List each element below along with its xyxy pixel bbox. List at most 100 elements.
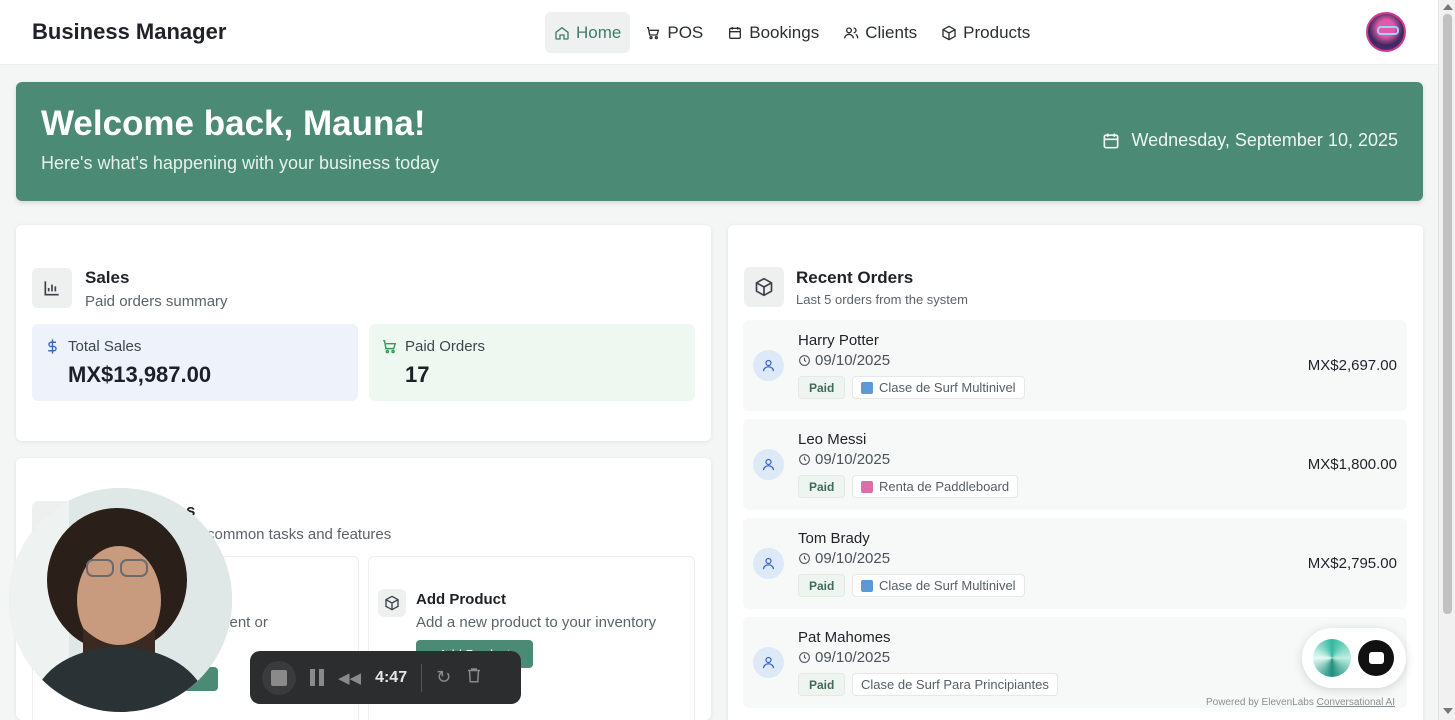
nav-clients-label: Clients [865, 22, 918, 42]
add-product-desc: Add a new product to your inventory [416, 614, 657, 631]
add-product-icon-box [378, 589, 406, 617]
rewind-icon[interactable]: ◀◀ [338, 669, 361, 687]
nav-home-label: Home [576, 22, 622, 42]
quick-actions-subtitle: common tasks and features [207, 526, 392, 543]
nav-products-label: Products [963, 22, 1031, 42]
order-amount: MX$1,800.00 [1307, 456, 1397, 473]
user-icon [762, 557, 775, 570]
total-sales-stat: Total Sales MX$13,987.00 [32, 324, 358, 401]
screen-recorder-bar: ◀◀ 4:47 ↻ [250, 651, 521, 704]
clock-icon [799, 454, 810, 465]
top-navbar: Business Manager Home POS Bookings Clien… [0, 0, 1438, 65]
order-amount: MX$2,795.00 [1307, 555, 1397, 572]
paid-orders-stat: Paid Orders 17 [369, 324, 695, 401]
order-row[interactable]: Harry Potter 09/10/2025 Paid Clase de Su… [743, 320, 1407, 411]
order-avatar [753, 449, 784, 480]
powered-prefix: Powered by ElevenLabs [1205, 697, 1314, 708]
scroll-up-icon[interactable] [1443, 4, 1453, 10]
product-name: Clase de Surf Para Principiantes [861, 677, 1049, 692]
product-name: Renta de Paddleboard [879, 479, 1010, 494]
order-avatar [753, 548, 784, 579]
order-client-name: Harry Potter [798, 332, 879, 349]
order-row[interactable]: Tom Brady 09/10/2025 Paid Clase de Surf … [743, 518, 1407, 609]
add-product-title: Add Product [416, 591, 506, 608]
order-date: 09/10/2025 [798, 649, 890, 666]
status-badge: Paid [798, 673, 846, 696]
wave-icon [861, 579, 873, 592]
user-avatar[interactable] [1366, 12, 1406, 52]
main-nav: Home POS Bookings Clients Products [545, 12, 1039, 53]
paddleboard-icon [861, 480, 873, 493]
cart-icon [647, 26, 660, 39]
home-icon [555, 26, 569, 40]
scroll-thumb[interactable] [1443, 14, 1452, 614]
bar-chart-icon [44, 281, 59, 296]
recording-time: 4:47 [375, 668, 408, 686]
stop-icon [271, 669, 287, 686]
order-date: 09/10/2025 [798, 352, 890, 369]
webcam-person-image [9, 488, 232, 712]
users-icon [844, 26, 859, 38]
clock-icon [799, 652, 810, 663]
nav-home[interactable]: Home [545, 12, 631, 53]
orb-icon [1313, 639, 1351, 677]
product-name: Clase de Surf Multinivel [879, 578, 1016, 593]
order-client-name: Tom Brady [798, 530, 870, 547]
current-date-text: Wednesday, September 10, 2025 [1131, 130, 1398, 150]
user-icon [762, 656, 775, 669]
orders-icon-box [744, 267, 784, 307]
sales-subtitle: Paid orders summary [85, 293, 228, 310]
order-date: 09/10/2025 [798, 451, 890, 468]
order-row[interactable]: Leo Messi 09/10/2025 Paid Renta de Paddl… [743, 419, 1407, 510]
order-client-name: Leo Messi [798, 431, 867, 448]
current-date: Wednesday, September 10, 2025 [1101, 130, 1398, 151]
webcam-overlay[interactable] [9, 488, 232, 712]
order-avatar [753, 350, 784, 381]
page-scrollbar[interactable] [1438, 0, 1455, 720]
paid-orders-label: Paid Orders [405, 338, 486, 355]
scroll-down-icon[interactable] [1443, 708, 1453, 714]
nav-pos[interactable]: POS [636, 12, 712, 53]
clock-icon [799, 355, 810, 366]
nav-bookings-label: Bookings [749, 22, 820, 42]
nav-clients[interactable]: Clients [834, 12, 926, 53]
powered-link[interactable]: Conversational AI [1317, 697, 1395, 708]
brand-title[interactable]: Business Manager [32, 19, 226, 45]
stop-button[interactable] [262, 660, 296, 695]
chat-button[interactable] [1358, 640, 1394, 676]
sales-icon-box [32, 268, 72, 308]
cart-icon [383, 340, 397, 354]
order-date-text: 09/10/2025 [815, 352, 891, 369]
restart-icon[interactable]: ↻ [436, 667, 451, 688]
clock-icon [799, 553, 810, 564]
pause-button[interactable] [310, 669, 324, 686]
avatar-glasses [1377, 26, 1399, 35]
user-icon [762, 458, 775, 471]
product-chip: Clase de Surf Multinivel [852, 574, 1025, 597]
paid-orders-value: 17 [405, 362, 430, 387]
status-badge: Paid [798, 574, 846, 597]
status-badge: Paid [798, 376, 846, 399]
order-date-text: 09/10/2025 [815, 550, 891, 567]
status-badge: Paid [798, 475, 846, 498]
chat-icon [1368, 652, 1384, 664]
welcome-title: Welcome back, Mauna! [41, 104, 426, 143]
divider [421, 663, 423, 692]
order-date: 09/10/2025 [798, 550, 890, 567]
order-date-text: 09/10/2025 [815, 451, 891, 468]
product-chip: Clase de Surf Para Principiantes [852, 673, 1058, 696]
nav-products[interactable]: Products [932, 12, 1039, 53]
trash-icon[interactable] [465, 665, 483, 690]
orders-title: Recent Orders [796, 268, 914, 287]
order-amount: MX$2,697.00 [1307, 357, 1397, 374]
powered-by-text: Powered by ElevenLabs Conversational AI [1206, 697, 1395, 708]
sales-title: Sales [85, 268, 130, 287]
product-name: Clase de Surf Multinivel [879, 380, 1016, 395]
nav-bookings[interactable]: Bookings [718, 12, 828, 53]
voice-chat-widget[interactable] [1302, 628, 1406, 688]
order-date-text: 09/10/2025 [815, 649, 891, 666]
order-avatar [753, 647, 784, 678]
orders-subtitle: Last 5 orders from the system [796, 292, 968, 307]
box-icon [942, 25, 956, 40]
product-chip: Clase de Surf Multinivel [852, 376, 1025, 399]
